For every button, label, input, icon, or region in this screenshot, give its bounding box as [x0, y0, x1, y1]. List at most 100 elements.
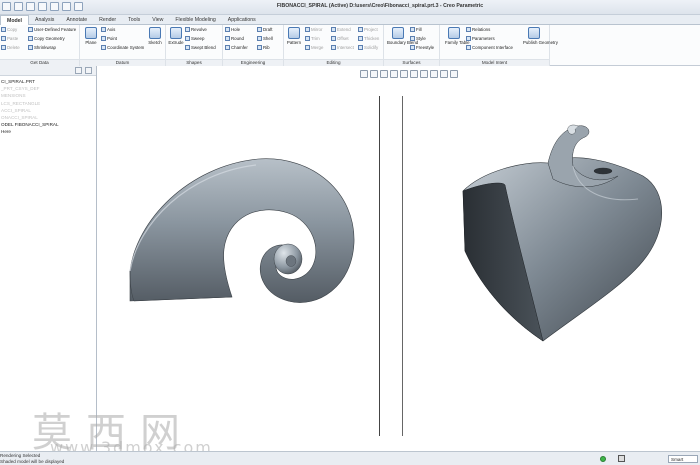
tab-annotate[interactable]: Annotate [60, 15, 93, 25]
chamfer-button[interactable]: Chamfer [225, 45, 248, 50]
csys-icon [101, 45, 106, 50]
spiral-model-front-view[interactable] [128, 151, 368, 316]
hole-button[interactable]: Hole [225, 27, 240, 32]
user-defined-feature-button[interactable]: User-Defined Feature [28, 27, 76, 32]
delete-button[interactable]: Delete [1, 45, 20, 50]
tree-item[interactable]: ODEL FIBONACCI_SPIRAL [1, 121, 96, 128]
ribbon-tabs: Model Analysis Annotate Render Tools Vie… [0, 15, 700, 25]
mirror-button[interactable]: Mirror [305, 27, 322, 32]
coordinate-system-button[interactable]: Coordinate System [101, 45, 144, 50]
publish-geometry-button[interactable]: Publish Geometry [523, 27, 558, 45]
style-button[interactable]: Style [410, 36, 426, 41]
tab-model[interactable]: Model [0, 15, 29, 25]
undo-icon[interactable] [38, 2, 47, 11]
relations-button[interactable]: Relations [466, 27, 490, 32]
sweep-button[interactable]: Sweep [185, 36, 204, 41]
plane-button[interactable]: Plane [82, 27, 100, 45]
intersect-button[interactable]: Intersect [331, 45, 354, 50]
swept-blend-button[interactable]: Swept Blend [185, 45, 216, 50]
view-manager-icon[interactable] [420, 70, 428, 78]
status-message-1: Rendering Selected [0, 453, 41, 458]
family-table-button[interactable]: Family Table [445, 27, 470, 45]
draft-button[interactable]: Draft [257, 27, 273, 32]
rib-button[interactable]: Rib [257, 45, 270, 50]
refit-icon[interactable] [360, 70, 368, 78]
tree-item[interactable]: _PRT_CSYS_DEF [1, 85, 96, 92]
group-datum: Plane Axis Point Coordinate System Sketc… [80, 25, 166, 66]
annotation-display-icon[interactable] [440, 70, 448, 78]
datum-display-icon[interactable] [430, 70, 438, 78]
shell-button[interactable]: Shell [257, 36, 273, 41]
settings-icon[interactable] [75, 67, 82, 74]
zoom-out-icon[interactable] [380, 70, 388, 78]
tree-item[interactable]: ACCI_SPIRAL [1, 107, 96, 114]
parameters-button[interactable]: Parameters [466, 36, 495, 41]
point-icon [101, 36, 106, 41]
regeneration-status-icon [600, 456, 606, 462]
group-label-editing[interactable]: Editing [284, 59, 383, 66]
redo-icon[interactable] [50, 2, 59, 11]
group-engineering: Hole Round Chamfer Draft Shell Rib Engin… [223, 25, 284, 66]
fill-button[interactable]: Fill [410, 27, 422, 32]
spiral-model-iso-view[interactable] [453, 121, 673, 346]
point-button[interactable]: Point [101, 36, 117, 41]
group-label-surfaces[interactable]: Surfaces [384, 59, 439, 66]
tree-item[interactable]: MENSIONS [1, 92, 96, 99]
selection-icon[interactable] [618, 455, 625, 462]
sketch-button[interactable]: Sketch [146, 27, 164, 45]
regenerate-icon[interactable] [62, 2, 71, 11]
offset-button[interactable]: Offset [331, 36, 349, 41]
paste-button[interactable]: Paste [1, 36, 18, 41]
project-button[interactable]: Project [358, 27, 378, 32]
project-icon [358, 27, 363, 32]
group-label-get-data[interactable]: Get Data [0, 59, 79, 66]
tab-flexible-modeling[interactable]: Flexible Modeling [169, 15, 221, 25]
display-style-icon[interactable] [400, 70, 408, 78]
axis-button[interactable]: Axis [101, 27, 115, 32]
pattern-button[interactable]: Pattern [285, 27, 303, 45]
solidify-icon [358, 45, 363, 50]
boundary-blend-button[interactable]: Boundary Blend [387, 27, 418, 45]
group-label-shapes[interactable]: Shapes [166, 59, 222, 66]
offset-icon [331, 36, 336, 41]
tab-view[interactable]: View [146, 15, 169, 25]
copy-geometry-button[interactable]: Copy Geometry [28, 36, 65, 41]
selection-filter-select[interactable]: Smart [668, 455, 698, 463]
merge-button[interactable]: Merge [305, 45, 323, 50]
component-interface-button[interactable]: Component Interface [466, 45, 513, 50]
tree-item[interactable]: CI_SPIRAL.PRT [1, 78, 96, 85]
group-label-datum[interactable]: Datum [80, 59, 165, 66]
udf-icon [28, 27, 33, 32]
copy-button[interactable]: Copy [1, 27, 17, 32]
thicken-button[interactable]: Thicken [358, 36, 379, 41]
windows-icon[interactable] [74, 2, 83, 11]
group-shapes: Extrude Revolve Sweep Swept Blend Shapes [166, 25, 223, 66]
saved-orientations-icon[interactable] [410, 70, 418, 78]
save-icon[interactable] [26, 2, 35, 11]
graphics-window[interactable] [98, 66, 700, 451]
tree-item[interactable]: Here [1, 128, 96, 135]
tab-applications[interactable]: Applications [222, 15, 262, 25]
open-icon[interactable] [14, 2, 23, 11]
extrude-button[interactable]: Extrude [167, 27, 185, 45]
group-label-engineering[interactable]: Engineering [223, 59, 283, 66]
group-label-model-intent[interactable]: Model Intent [440, 59, 549, 66]
tab-render[interactable]: Render [93, 15, 122, 25]
extend-button[interactable]: Extend [331, 27, 351, 32]
tree-item[interactable]: ONACCI_SPIRAL [1, 114, 96, 121]
tab-analysis[interactable]: Analysis [29, 15, 60, 25]
shrinkwrap-button[interactable]: Shrinkwrap [28, 45, 56, 50]
freestyle-button[interactable]: Freestyle [410, 45, 434, 50]
intersect-icon [331, 45, 336, 50]
trim-button[interactable]: Trim [305, 36, 320, 41]
new-icon[interactable] [2, 2, 11, 11]
tree-item[interactable]: LCS_RECTANGLE [1, 100, 96, 107]
zoom-in-icon[interactable] [370, 70, 378, 78]
tab-tools[interactable]: Tools [122, 15, 146, 25]
revolve-button[interactable]: Revolve [185, 27, 207, 32]
show-icon[interactable] [85, 67, 92, 74]
solidify-button[interactable]: Solidify [358, 45, 378, 50]
repaint-icon[interactable] [390, 70, 398, 78]
spin-center-icon[interactable] [450, 70, 458, 78]
round-button[interactable]: Round [225, 36, 244, 41]
